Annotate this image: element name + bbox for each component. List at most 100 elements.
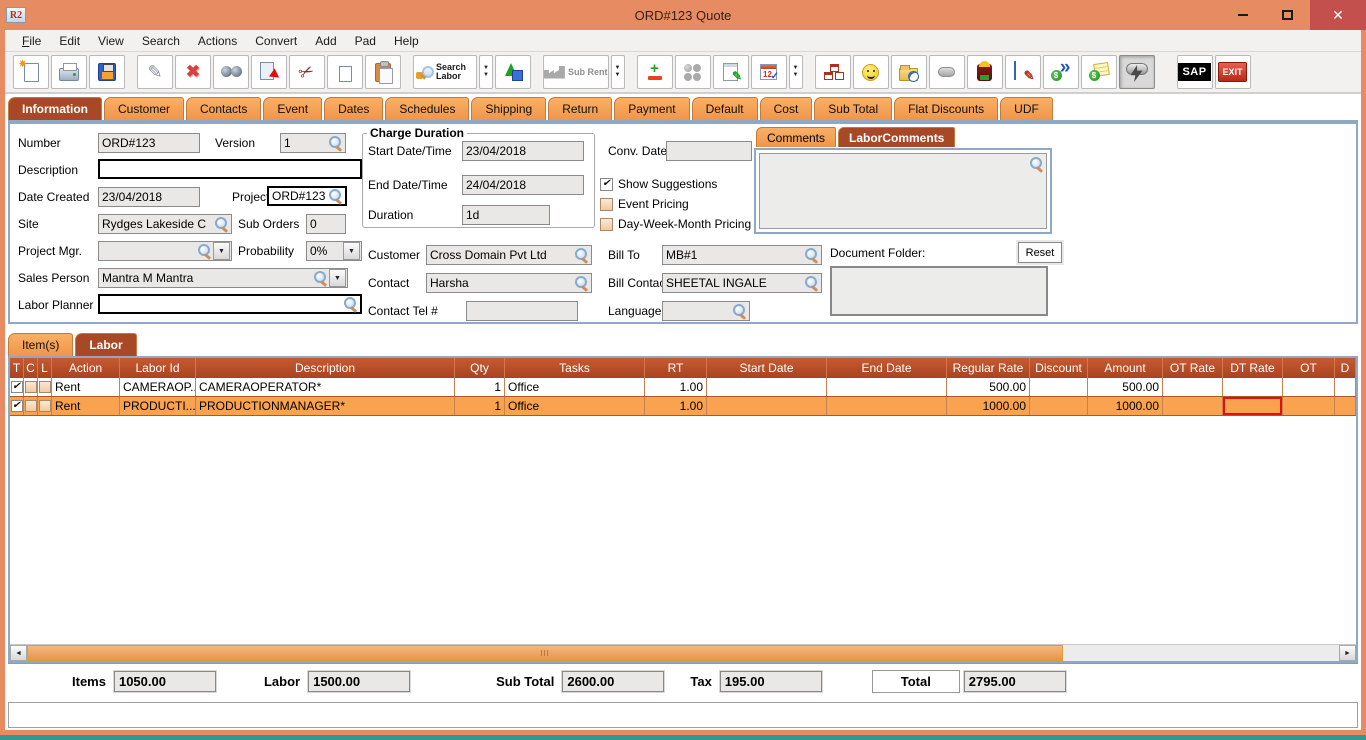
add-remove-button[interactable]: + <box>637 55 673 89</box>
search-labor-button[interactable]: Search Labor <box>413 55 477 89</box>
sales-person-lookup-icon[interactable] <box>313 271 327 285</box>
comments-textarea[interactable] <box>759 153 1047 229</box>
site-field[interactable]: Rydges Lakeside C <box>98 214 232 234</box>
col-amount[interactable]: Amount <box>1088 358 1163 378</box>
tab-cost[interactable]: Cost <box>760 97 813 120</box>
comments-lookup-icon[interactable] <box>1029 157 1043 171</box>
row1-amount[interactable]: 500.00 <box>1088 378 1163 396</box>
row2-description[interactable]: PRODUCTIONMANAGER* <box>196 397 455 415</box>
menu-view[interactable]: View <box>89 32 133 50</box>
row2-end-date[interactable] <box>827 397 947 415</box>
calendar-dropdown[interactable]: ▼▼ <box>789 55 803 89</box>
calendar-button[interactable]: 12✓ <box>751 55 787 89</box>
sap-button[interactable]: SAP <box>1177 55 1213 89</box>
col-l[interactable]: L <box>38 358 52 378</box>
tab-items[interactable]: Item(s) <box>8 333 73 356</box>
row2-t-cell[interactable] <box>10 397 24 415</box>
site-lookup-icon[interactable] <box>214 217 228 231</box>
minimize-button[interactable] <box>1220 0 1265 30</box>
notes-button[interactable]: ✎ <box>713 55 749 89</box>
close-button[interactable]: ✕ <box>1310 0 1366 30</box>
project-mgr-lookup-icon[interactable] <box>197 244 211 258</box>
event-pricing-checkbox[interactable] <box>600 198 613 211</box>
conv-date-field[interactable] <box>666 141 752 161</box>
version-lookup-icon[interactable] <box>328 136 342 150</box>
grid-row-1[interactable]: Rent CAMERAOP... CAMERAOPERATOR* 1 Offic… <box>10 378 1356 397</box>
group-items-button[interactable] <box>675 55 711 89</box>
version-field[interactable]: 1 <box>280 133 346 153</box>
row2-discount[interactable] <box>1030 397 1088 415</box>
day-week-month-checkbox[interactable] <box>600 218 613 231</box>
col-qty[interactable]: Qty <box>455 358 505 378</box>
sub-orders-field[interactable]: 0 <box>306 214 346 234</box>
row1-discount[interactable] <box>1030 378 1088 396</box>
menu-pad[interactable]: Pad <box>346 32 385 50</box>
total-field[interactable]: 2795.00 <box>964 671 1066 692</box>
scrollbar-thumb[interactable] <box>27 645 1063 661</box>
row1-end-date[interactable] <box>827 378 947 396</box>
find-button[interactable] <box>213 55 249 89</box>
col-discount[interactable]: Discount <box>1030 358 1088 378</box>
description-field[interactable] <box>98 159 362 179</box>
row2-c-cell[interactable] <box>24 397 38 415</box>
col-c[interactable]: C <box>24 358 38 378</box>
menu-help[interactable]: Help <box>385 32 428 50</box>
row1-regular-rate[interactable]: 500.00 <box>947 378 1030 396</box>
row1-description[interactable]: CAMERAOPERATOR* <box>196 378 455 396</box>
col-regular-rate[interactable]: Regular Rate <box>947 358 1030 378</box>
save-button[interactable] <box>89 55 125 89</box>
row2-ot-rate[interactable] <box>1163 397 1223 415</box>
start-datetime-field[interactable]: 23/04/2018 <box>462 141 584 161</box>
row2-regular-rate[interactable]: 1000.00 <box>947 397 1030 415</box>
col-rt[interactable]: RT <box>645 358 707 378</box>
maximize-button[interactable] <box>1265 0 1310 30</box>
col-end-date[interactable]: End Date <box>827 358 947 378</box>
labor-planner-field[interactable] <box>98 294 362 314</box>
org-chart-button[interactable] <box>815 55 851 89</box>
col-labor-id[interactable]: Labor Id <box>120 358 196 378</box>
row2-l-cell[interactable] <box>38 397 52 415</box>
project-mgr-dropdown[interactable]: ▼ <box>213 242 230 260</box>
reset-button[interactable]: Reset <box>1018 242 1062 263</box>
customer-lookup-icon[interactable] <box>574 248 588 262</box>
edit-document-button[interactable]: ✎ <box>1005 55 1041 89</box>
items-total-field[interactable]: 1050.00 <box>114 671 216 692</box>
col-ot-rate[interactable]: OT Rate <box>1163 358 1223 378</box>
dollar-notes-button[interactable]: $ <box>1081 55 1117 89</box>
row2-dt-rate-active-cell[interactable] <box>1223 397 1283 415</box>
dollar-forward-button[interactable]: »$ <box>1043 55 1079 89</box>
row2-c-checkbox[interactable] <box>25 400 37 412</box>
sub-rent-button[interactable]: Sub Rent <box>543 55 609 89</box>
row1-t-checkbox[interactable] <box>11 381 23 393</box>
contact-lookup-icon[interactable] <box>574 276 588 290</box>
convert-shapes-button[interactable] <box>495 55 531 89</box>
date-created-field[interactable]: 23/04/2018 <box>98 187 200 207</box>
labor-worker-button[interactable] <box>967 55 1003 89</box>
menu-file[interactable]: File <box>13 32 50 50</box>
col-ot[interactable]: OT <box>1283 358 1335 378</box>
new-document-button[interactable]: ✷ <box>13 55 49 89</box>
menu-search[interactable]: Search <box>133 32 189 50</box>
sub-total-field[interactable]: 2600.00 <box>562 671 664 692</box>
bill-to-lookup-icon[interactable] <box>804 248 818 262</box>
row2-rt[interactable]: 1.00 <box>645 397 707 415</box>
tab-comments[interactable]: Comments <box>756 127 836 147</box>
sub-rent-dropdown[interactable]: ▼▼ <box>611 55 625 89</box>
project-field[interactable]: ORD#123 <box>267 186 347 206</box>
menu-convert[interactable]: Convert <box>246 32 306 50</box>
document-folder-box[interactable] <box>830 266 1048 316</box>
col-start-date[interactable]: Start Date <box>707 358 827 378</box>
col-tasks[interactable]: Tasks <box>505 358 645 378</box>
tab-sub-total[interactable]: Sub Total <box>814 97 892 120</box>
tab-event[interactable]: Event <box>263 97 322 120</box>
row1-t-cell[interactable] <box>10 378 24 396</box>
show-suggestions-checkbox[interactable] <box>600 178 613 191</box>
row2-action[interactable]: Rent <box>52 397 120 415</box>
row1-action[interactable]: Rent <box>52 378 120 396</box>
row2-amount[interactable]: 1000.00 <box>1088 397 1163 415</box>
row1-start-date[interactable] <box>707 378 827 396</box>
row1-labor-id[interactable]: CAMERAOP... <box>120 378 196 396</box>
scrollbar-track[interactable] <box>27 645 1339 661</box>
tab-udf[interactable]: UDF <box>1000 97 1053 120</box>
menu-add[interactable]: Add <box>306 32 345 50</box>
